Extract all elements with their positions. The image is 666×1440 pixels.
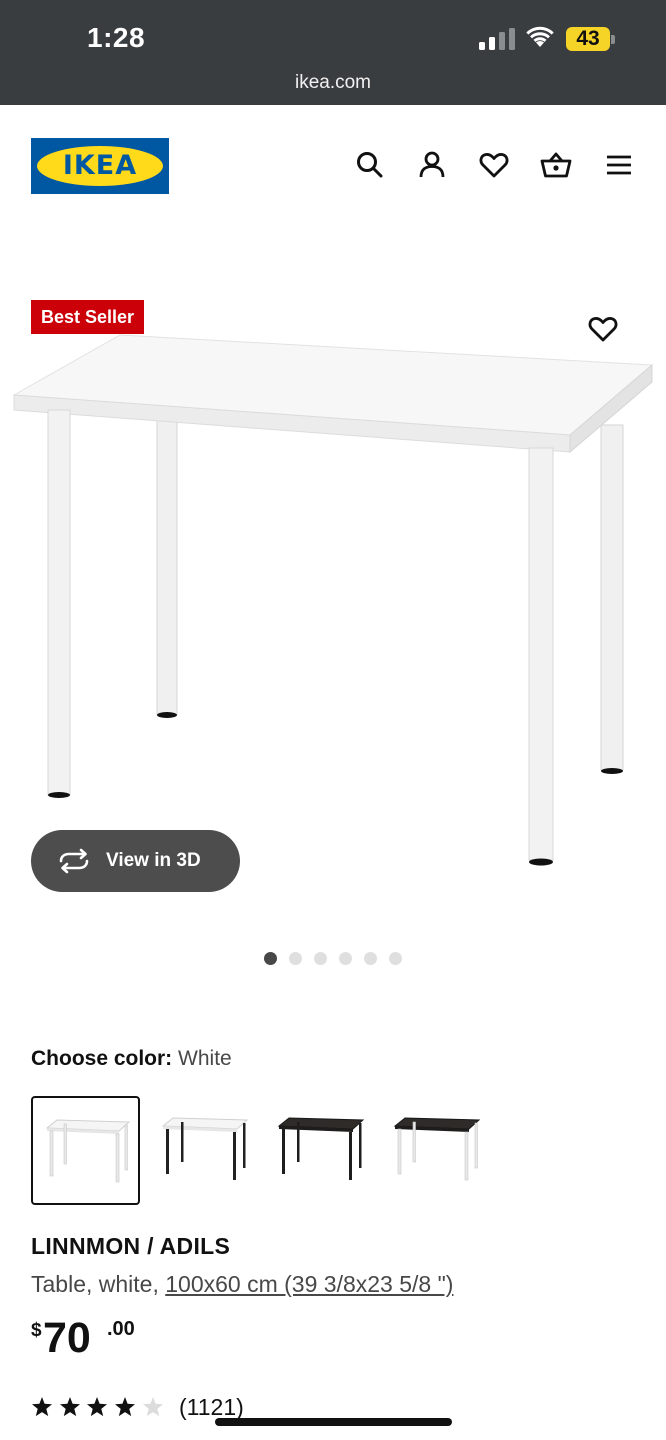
image-carousel-dots xyxy=(264,951,402,965)
carousel-dot[interactable] xyxy=(264,951,277,965)
choose-color-label: Choose color: White xyxy=(31,1047,232,1071)
carousel-dot[interactable] xyxy=(364,951,377,965)
signal-icon xyxy=(479,28,515,50)
carousel-dot[interactable] xyxy=(289,951,302,965)
product-image[interactable] xyxy=(0,330,666,890)
price-decimal: .00 xyxy=(107,1318,135,1340)
table-thumbnail-black-brown-white xyxy=(393,1117,481,1181)
product-description: Table, white, 100x60 cm (39 3/8x23 5/8 "… xyxy=(31,1271,453,1298)
account-icon[interactable] xyxy=(416,149,448,181)
view-in-3d-button[interactable]: View in 3D xyxy=(31,830,240,892)
wifi-icon xyxy=(526,26,554,47)
product-type: Table, white, xyxy=(31,1271,166,1297)
search-icon[interactable] xyxy=(354,149,386,181)
table-thumbnail-white xyxy=(45,1119,131,1183)
rating-stars-icon xyxy=(32,1397,163,1417)
battery-level: 43 xyxy=(566,27,610,51)
menu-icon[interactable] xyxy=(603,149,635,181)
status-time: 1:28 xyxy=(87,22,146,53)
carousel-dot[interactable] xyxy=(339,951,352,965)
review-count[interactable]: (1121) xyxy=(179,1394,244,1421)
table-thumbnail-white-black xyxy=(161,1117,249,1180)
color-option-white-black[interactable] xyxy=(147,1096,256,1205)
ikea-logo[interactable]: IKEA xyxy=(31,138,169,194)
table-thumbnail-black-brown xyxy=(277,1117,365,1180)
carousel-dot[interactable] xyxy=(389,951,402,965)
home-indicator xyxy=(215,1418,452,1426)
logo-text: IKEA xyxy=(62,150,138,181)
product-rating[interactable]: (1121) xyxy=(31,1393,244,1421)
logo-oval: IKEA xyxy=(37,146,163,186)
battery-tip xyxy=(611,35,615,44)
product-name[interactable]: LINNMON / ADILS xyxy=(31,1233,230,1260)
url-bar[interactable]: ikea.com xyxy=(0,72,666,94)
color-option-black-brown-white[interactable] xyxy=(379,1096,488,1205)
color-option-black-brown[interactable] xyxy=(263,1096,372,1205)
price-currency: $ xyxy=(31,1320,42,1341)
price-integer: 70 xyxy=(43,1314,91,1362)
favourites-icon[interactable] xyxy=(478,149,510,181)
site-header: IKEA xyxy=(0,105,666,225)
best-seller-badge: Best Seller xyxy=(31,300,145,334)
color-option-white[interactable] xyxy=(31,1096,140,1205)
choose-color-heading: Choose color: xyxy=(31,1047,173,1070)
carousel-dot[interactable] xyxy=(314,951,327,965)
color-swatches xyxy=(31,1096,488,1205)
shopping-bag-icon[interactable] xyxy=(540,149,572,181)
save-to-favourites-icon[interactable] xyxy=(586,313,620,345)
view-in-3d-label: View in 3D xyxy=(106,850,201,871)
selected-color-value: White xyxy=(178,1047,232,1070)
rotate-3d-icon xyxy=(59,848,89,874)
product-dimensions-link[interactable]: 100x60 cm (39 3/8x23 5/8 ") xyxy=(165,1271,453,1297)
status-bar: 1:28 43 ikea.com xyxy=(0,0,666,105)
